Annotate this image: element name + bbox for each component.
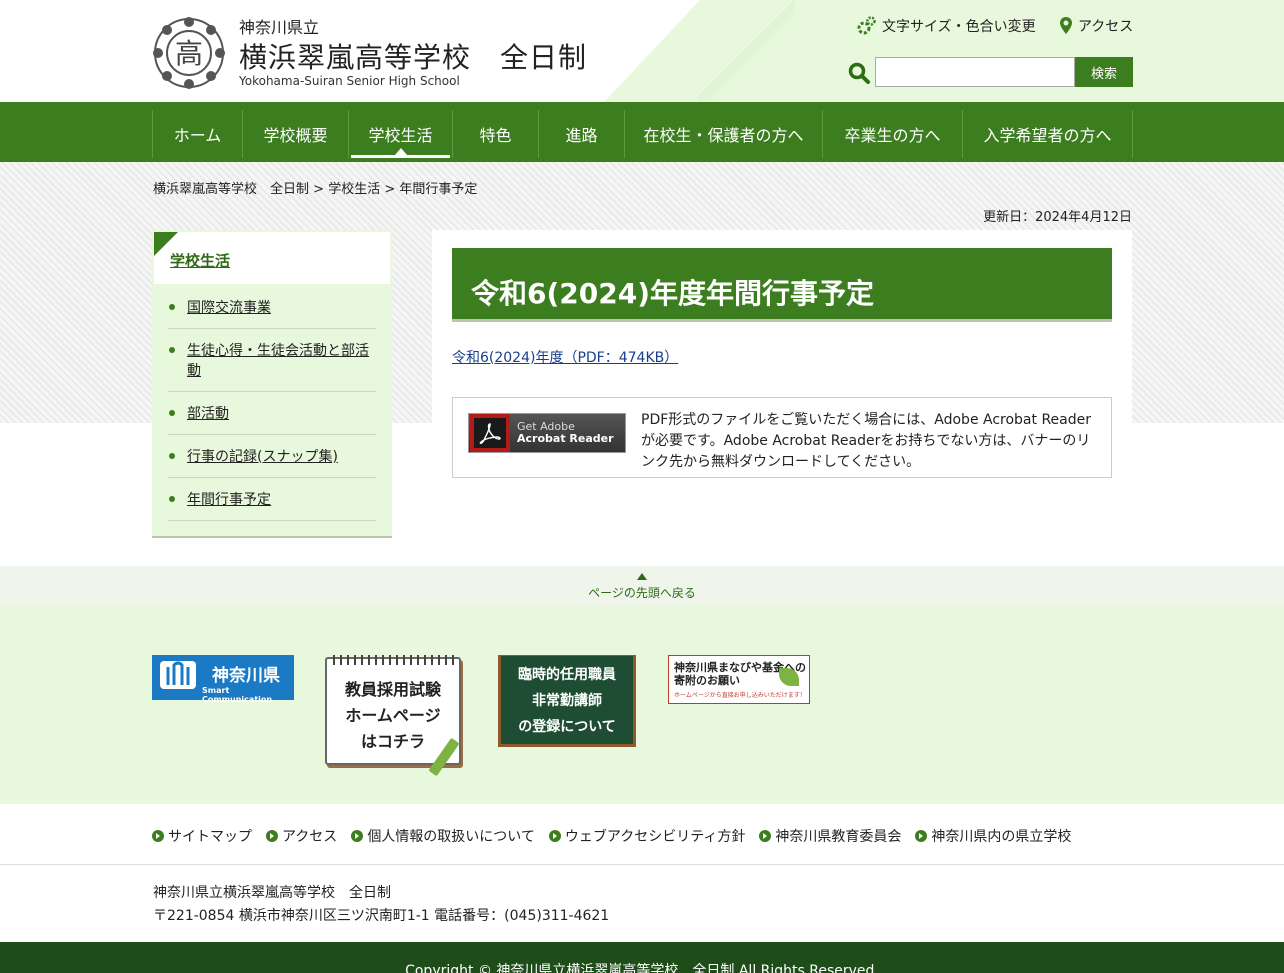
temp-staff-banner[interactable]: 臨時的任用職員 非常勤講師 の登録について (498, 655, 636, 747)
sidebar-item-label: 行事の記録(スナップ集) (187, 449, 338, 465)
main-content: 令和6(2024)年度年間行事予定 令和6(2024)年度（PDF：474KB）… (432, 230, 1132, 510)
footer-link[interactable]: 個人情報の取扱いについて (351, 826, 535, 846)
nav-item[interactable]: 学校生活 (349, 110, 453, 158)
sidebar-title[interactable]: 学校生活 (170, 250, 230, 271)
nav-item[interactable]: 在校生・保護者の方へ (625, 110, 823, 158)
fund-banner-sub: ホームページから直接お申し込みいただけます！ (674, 692, 806, 699)
nav-item[interactable]: 入学希望者の方へ (963, 110, 1133, 158)
copyright: Copyright © 神奈川県立横浜翠嵐高等学校 全日制 All Rights… (0, 942, 1284, 973)
breadcrumb-separator: > (309, 182, 329, 197)
footer-link[interactable]: アクセス (266, 826, 337, 846)
search-input[interactable] (875, 57, 1075, 87)
circle-arrow-icon (152, 830, 164, 842)
footer-link-label: 神奈川県内の県立学校 (931, 829, 1072, 845)
page-top-link[interactable]: ページの先頭へ戻る (0, 573, 1284, 601)
address-line-2: 〒221-0854 横浜市神奈川区三ツ沢南町1-1 電話番号：(045)311-… (153, 908, 610, 924)
kanagawa-banner-title: 神奈川県 (212, 666, 280, 686)
footer-link[interactable]: 神奈川県内の県立学校 (915, 826, 1071, 846)
adobe-banner-text: Get Adobe Acrobat Reader (517, 421, 614, 445)
teacher-exam-banner[interactable]: 教員採用試験 ホームページ はコチラ (325, 655, 461, 777)
svg-text:高: 高 (175, 37, 203, 70)
footer-link-label: 個人情報の取扱いについて (367, 829, 535, 845)
nav-item[interactable]: 特色 (453, 110, 539, 158)
nav-list: ホーム 学校概要 学校生活 特色 進路 在校生・保護者の方へ 卒業生の方へ 入学希望者の方へ (152, 110, 1133, 158)
footer-link[interactable]: 神奈川県教育委員会 (759, 826, 901, 846)
arrow-up-icon (637, 573, 647, 580)
map-pin-icon (1060, 17, 1072, 34)
sidebar-item[interactable]: 部活動 (168, 392, 376, 435)
site-header: 高 神奈川県立 横浜翠嵐高等学校 全日制 Yokohama-Suiran Sen… (0, 0, 1284, 102)
manabiya-fund-banner[interactable]: 神奈川県まなびや基金への 寄附のお願い ホームページから直接お申し込みいただけま… (668, 655, 810, 704)
footer-link-label: アクセス (282, 829, 338, 845)
page-title: 令和6(2024)年度年間行事予定 (452, 248, 1112, 322)
pdf-download-link[interactable]: 令和6(2024)年度（PDF：474KB） (452, 347, 678, 367)
sidebar-list: 国際交流事業生徒心得・生徒会活動と部活動部活動行事の記録(スナップ集) 年間行事予… (168, 286, 376, 521)
search-button[interactable]: 検索 (1075, 57, 1133, 87)
font-color-change-link[interactable]: 文字サイズ・色合い変更 (856, 16, 1036, 36)
sidebar: 学校生活 国際交流事業生徒心得・生徒会活動と部活動部活動行事の記録(スナップ集)… (152, 230, 392, 538)
sidebar-item[interactable]: 行事の記録(スナップ集) (168, 435, 376, 478)
school-address: 神奈川県立横浜翠嵐高等学校 全日制 〒221-0854 横浜市神奈川区三ツ沢南町… (153, 882, 609, 928)
gear-icon (857, 16, 876, 35)
school-name-en: Yokohama-Suiran Senior High School (239, 74, 460, 88)
kanagawa-pref-banner[interactable]: 神奈川県 Smart Communication (152, 655, 294, 704)
school-name[interactable]: 横浜翠嵐高等学校 全日制 (239, 36, 587, 76)
footer-link-label: ウェブアクセシビリティ方針 (564, 829, 746, 845)
footer-link[interactable]: ウェブアクセシビリティ方針 (548, 826, 746, 846)
sidebar-item-label: 部活動 (187, 406, 229, 422)
access-link[interactable]: アクセス (1060, 16, 1133, 36)
address-line-1: 神奈川県立横浜翠嵐高等学校 全日制 (153, 885, 391, 901)
font-color-change-label: 文字サイズ・色合い変更 (882, 19, 1036, 35)
access-label: アクセス (1078, 19, 1134, 35)
sidebar-item-label: 国際交流事業 (187, 300, 271, 316)
temp-staff-text: 臨時的任用職員 非常勤講師 の登録について (518, 667, 616, 735)
circle-arrow-icon (759, 830, 772, 842)
search-icon (848, 62, 870, 84)
global-nav: ホーム 学校概要 学校生活 特色 進路 在校生・保護者の方へ 卒業生の方へ 入学希望者の方へ (0, 102, 1284, 162)
notebook-rings (333, 655, 455, 665)
circle-arrow-icon (266, 830, 278, 842)
circle-arrow-icon (915, 830, 928, 842)
adobe-reader-banner[interactable]: Get Adobe Acrobat Reader (468, 413, 626, 453)
adobe-description: PDF形式のファイルをご覧いただく場合には、Adobe Acrobat Read… (641, 412, 1092, 470)
footer-link[interactable]: サイトマップ (152, 826, 252, 846)
nav-item[interactable]: 学校概要 (243, 110, 349, 158)
sidebar-item[interactable]: 国際交流事業 (168, 286, 376, 329)
nav-item[interactable]: 進路 (539, 110, 625, 158)
footer-link-label: サイトマップ (168, 829, 252, 845)
acrobat-logo-icon (470, 414, 510, 452)
adobe-product-label: Acrobat Reader (517, 432, 614, 445)
sidebar-item-label: 年間行事予定 (187, 492, 271, 508)
sidebar-header: 学校生活 (154, 232, 390, 284)
sidebar-item-label: 生徒心得・生徒会活動と部活動 (187, 343, 369, 379)
banner-area (0, 606, 1284, 804)
footer-links: サイトマップ アクセス 個人情報の取扱いについて ウェブアクセシビリティ方針 神奈川県教… (152, 826, 1071, 846)
nav-item[interactable]: 卒業生の方へ (823, 110, 963, 158)
circle-arrow-icon (548, 830, 561, 842)
breadcrumb-current: 年間行事予定 (399, 182, 478, 197)
updated-date: 更新日：2024年4月12日 (983, 210, 1132, 225)
breadcrumb-separator: > (380, 182, 400, 197)
teacher-exam-text: 教員採用試験 ホームページ はコチラ (344, 680, 441, 751)
adobe-reader-notice: Get Adobe Acrobat Reader PDF形式のファイルをご覧いた… (452, 397, 1112, 478)
kanagawa-banner-sub: Smart Communication (202, 686, 273, 704)
sidebar-item[interactable]: 年間行事予定 (168, 478, 376, 521)
page-top-label: ページの先頭へ戻る (588, 586, 696, 600)
school-crest-icon[interactable]: 高 (153, 16, 225, 90)
school-prefix: 神奈川県立 (239, 18, 320, 37)
sidebar-item[interactable]: 生徒心得・生徒会活動と部活動 (168, 329, 376, 392)
kanagawa-mark-icon (160, 661, 196, 689)
footer-link-label: 神奈川県教育委員会 (775, 829, 902, 845)
circle-arrow-icon (351, 830, 364, 842)
nav-item[interactable]: ホーム (153, 110, 243, 158)
footer-divider (0, 864, 1284, 865)
breadcrumb: 横浜翠嵐高等学校 全日制 > 学校生活 > 年間行事予定 (153, 178, 477, 197)
breadcrumb-home[interactable]: 横浜翠嵐高等学校 全日制 (153, 182, 309, 197)
breadcrumb-section[interactable]: 学校生活 (328, 182, 380, 197)
